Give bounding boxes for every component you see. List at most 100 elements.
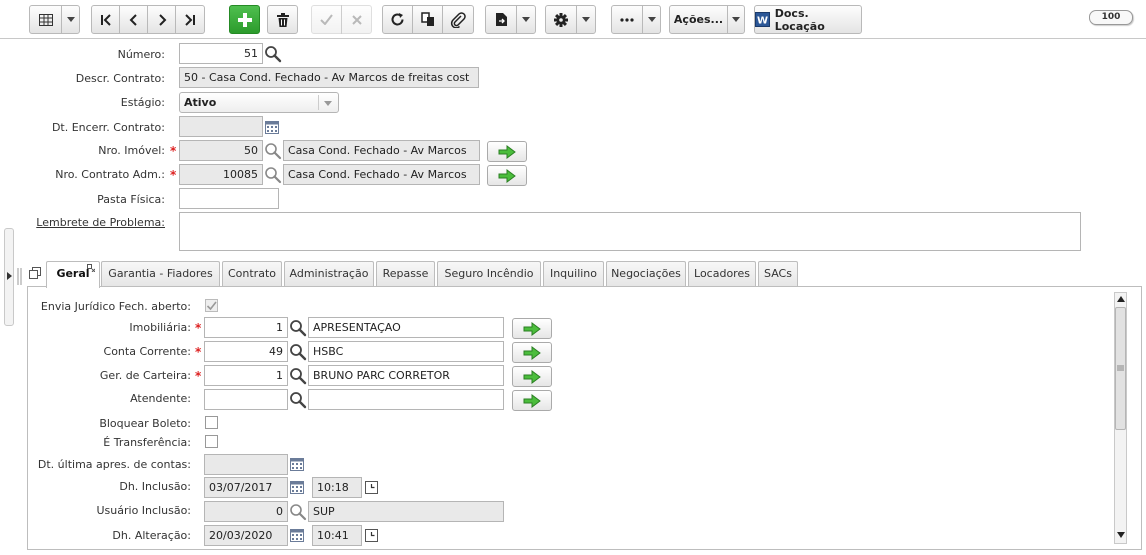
more-dropdown[interactable] (642, 5, 661, 34)
refresh-button[interactable] (382, 5, 413, 34)
search-icon[interactable] (289, 503, 307, 521)
go-atendente-button[interactable] (512, 390, 552, 411)
tab-sacs[interactable]: SACs (758, 261, 798, 286)
export-icon (495, 13, 507, 26)
calendar-icon[interactable] (290, 529, 304, 542)
refresh-icon (391, 13, 404, 26)
cancel-button[interactable] (341, 5, 372, 34)
more-button[interactable] (611, 5, 643, 34)
calendar-icon[interactable] (265, 121, 279, 134)
arrow-right-icon (523, 370, 541, 384)
search-icon[interactable] (264, 45, 282, 63)
usuario-inclusao-code-input[interactable]: 0 (204, 501, 288, 522)
grid-button-group (29, 5, 80, 34)
checkmark-icon (206, 301, 217, 311)
duplicate-icon (420, 12, 434, 26)
required-marker: * (170, 144, 177, 158)
conta-corrente-code-input[interactable]: 49 (204, 341, 288, 362)
settings-button[interactable] (545, 5, 577, 34)
actions-button[interactable]: Ações... (669, 5, 728, 34)
duplicate-button[interactable] (412, 5, 443, 34)
tab-geral[interactable]: Geral (46, 261, 100, 288)
splitter-grip-icon[interactable] (17, 268, 22, 285)
nro-contrato-adm-input[interactable]: 10085 (179, 164, 263, 185)
numero-input[interactable]: 51 (179, 43, 263, 64)
search-icon[interactable] (264, 166, 282, 184)
search-icon[interactable] (289, 319, 307, 337)
search-icon[interactable] (289, 367, 307, 385)
actions-dropdown[interactable] (727, 5, 745, 34)
tab-seguro-incendio[interactable]: Seguro Incêndio (437, 261, 541, 286)
export-button[interactable] (485, 5, 517, 34)
imobiliaria-code-input[interactable]: 1 (204, 317, 288, 338)
previous-record-button[interactable] (119, 5, 148, 34)
bloquear-boleto-checkbox[interactable] (205, 416, 218, 429)
search-icon[interactable] (289, 343, 307, 361)
grid-view-dropdown[interactable] (61, 5, 80, 34)
docs-locacao-label: Docs. Locação (774, 6, 825, 33)
clock-icon[interactable] (365, 481, 378, 494)
go-contrato-adm-button[interactable] (487, 165, 527, 186)
dh-alteracao-time-input[interactable]: 10:41 (312, 525, 362, 546)
lembrete-label[interactable]: Lembrete de Problema: (36, 216, 165, 229)
tab-administracao[interactable]: Administração (284, 261, 374, 286)
usuario-inclusao-label: Usuário Inclusão: (96, 504, 192, 517)
go-imobiliaria-button[interactable] (512, 318, 552, 339)
confirm-button[interactable] (311, 5, 342, 34)
export-dropdown[interactable] (516, 5, 536, 34)
delete-button[interactable] (267, 5, 298, 34)
calendar-icon[interactable] (290, 481, 304, 494)
go-conta-corrente-button[interactable] (512, 342, 552, 363)
search-icon[interactable] (264, 142, 282, 160)
previous-record-icon (129, 13, 137, 26)
grid-view-button[interactable] (29, 5, 62, 34)
e-transferencia-checkbox[interactable] (205, 435, 218, 448)
actions-label: Ações... (673, 13, 724, 26)
tab-contrato[interactable]: Contrato (222, 261, 282, 286)
nro-contrato-adm-description: Casa Cond. Fechado - Av Marcos (283, 164, 480, 185)
add-button[interactable] (229, 5, 260, 34)
maximize-icon[interactable] (29, 267, 41, 279)
go-imovel-button[interactable] (487, 141, 527, 162)
tab-repasse[interactable]: Repasse (376, 261, 435, 286)
expand-arrow-icon[interactable] (7, 272, 12, 280)
tab-locadores[interactable]: Locadores (688, 261, 756, 286)
last-record-button[interactable] (175, 5, 205, 34)
scroll-down-icon[interactable] (1117, 532, 1125, 538)
add-icon (237, 12, 252, 27)
dh-inclusao-label: Dh. Inclusão: (119, 480, 191, 493)
attachment-button[interactable] (442, 5, 474, 34)
go-ger-carteira-button[interactable] (512, 366, 552, 387)
settings-dropdown[interactable] (576, 5, 596, 34)
nro-imovel-input[interactable]: 50 (179, 140, 263, 161)
estagio-select[interactable]: Ativo (179, 92, 339, 113)
descr-contrato-input[interactable]: 50 - Casa Cond. Fechado - Av Marcos de f… (179, 67, 479, 88)
dh-inclusao-time-input[interactable]: 10:18 (312, 477, 362, 498)
tab-inquilino[interactable]: Inquilino (543, 261, 604, 286)
first-record-button[interactable] (91, 5, 120, 34)
next-record-button[interactable] (147, 5, 176, 34)
dt-encerr-input[interactable] (179, 116, 263, 137)
chevron-down-icon (732, 17, 740, 22)
ger-carteira-code-input[interactable]: 1 (204, 365, 288, 386)
tab-garantia-fiadores[interactable]: Garantia - Fiadores (101, 261, 220, 286)
nro-imovel-label: Nro. Imóvel: (98, 144, 165, 157)
pasta-fisica-input[interactable] (179, 188, 279, 209)
descr-contrato-label: Descr. Contrato: (75, 72, 165, 85)
gear-icon (554, 12, 568, 27)
dt-ultima-apres-input[interactable] (204, 454, 288, 475)
dh-inclusao-date-input[interactable]: 03/07/2017 (204, 477, 288, 498)
envia-juridico-checkbox[interactable] (205, 299, 218, 312)
clock-icon[interactable] (365, 529, 378, 542)
dt-encerr-label: Dt. Encerr. Contrato: (51, 121, 165, 134)
chevron-down-icon (647, 17, 656, 22)
search-icon[interactable] (289, 391, 307, 409)
tab-negociacoes[interactable]: Negociações (606, 261, 686, 286)
calendar-icon[interactable] (290, 458, 304, 471)
atendente-code-input[interactable] (204, 389, 288, 410)
arrow-right-icon (498, 145, 516, 159)
lembrete-textarea[interactable] (179, 212, 1081, 251)
dh-alteracao-date-input[interactable]: 20/03/2020 (204, 525, 288, 546)
scroll-up-icon[interactable] (1117, 296, 1125, 302)
docs-locacao-button[interactable]: W Docs. Locação (754, 5, 862, 34)
